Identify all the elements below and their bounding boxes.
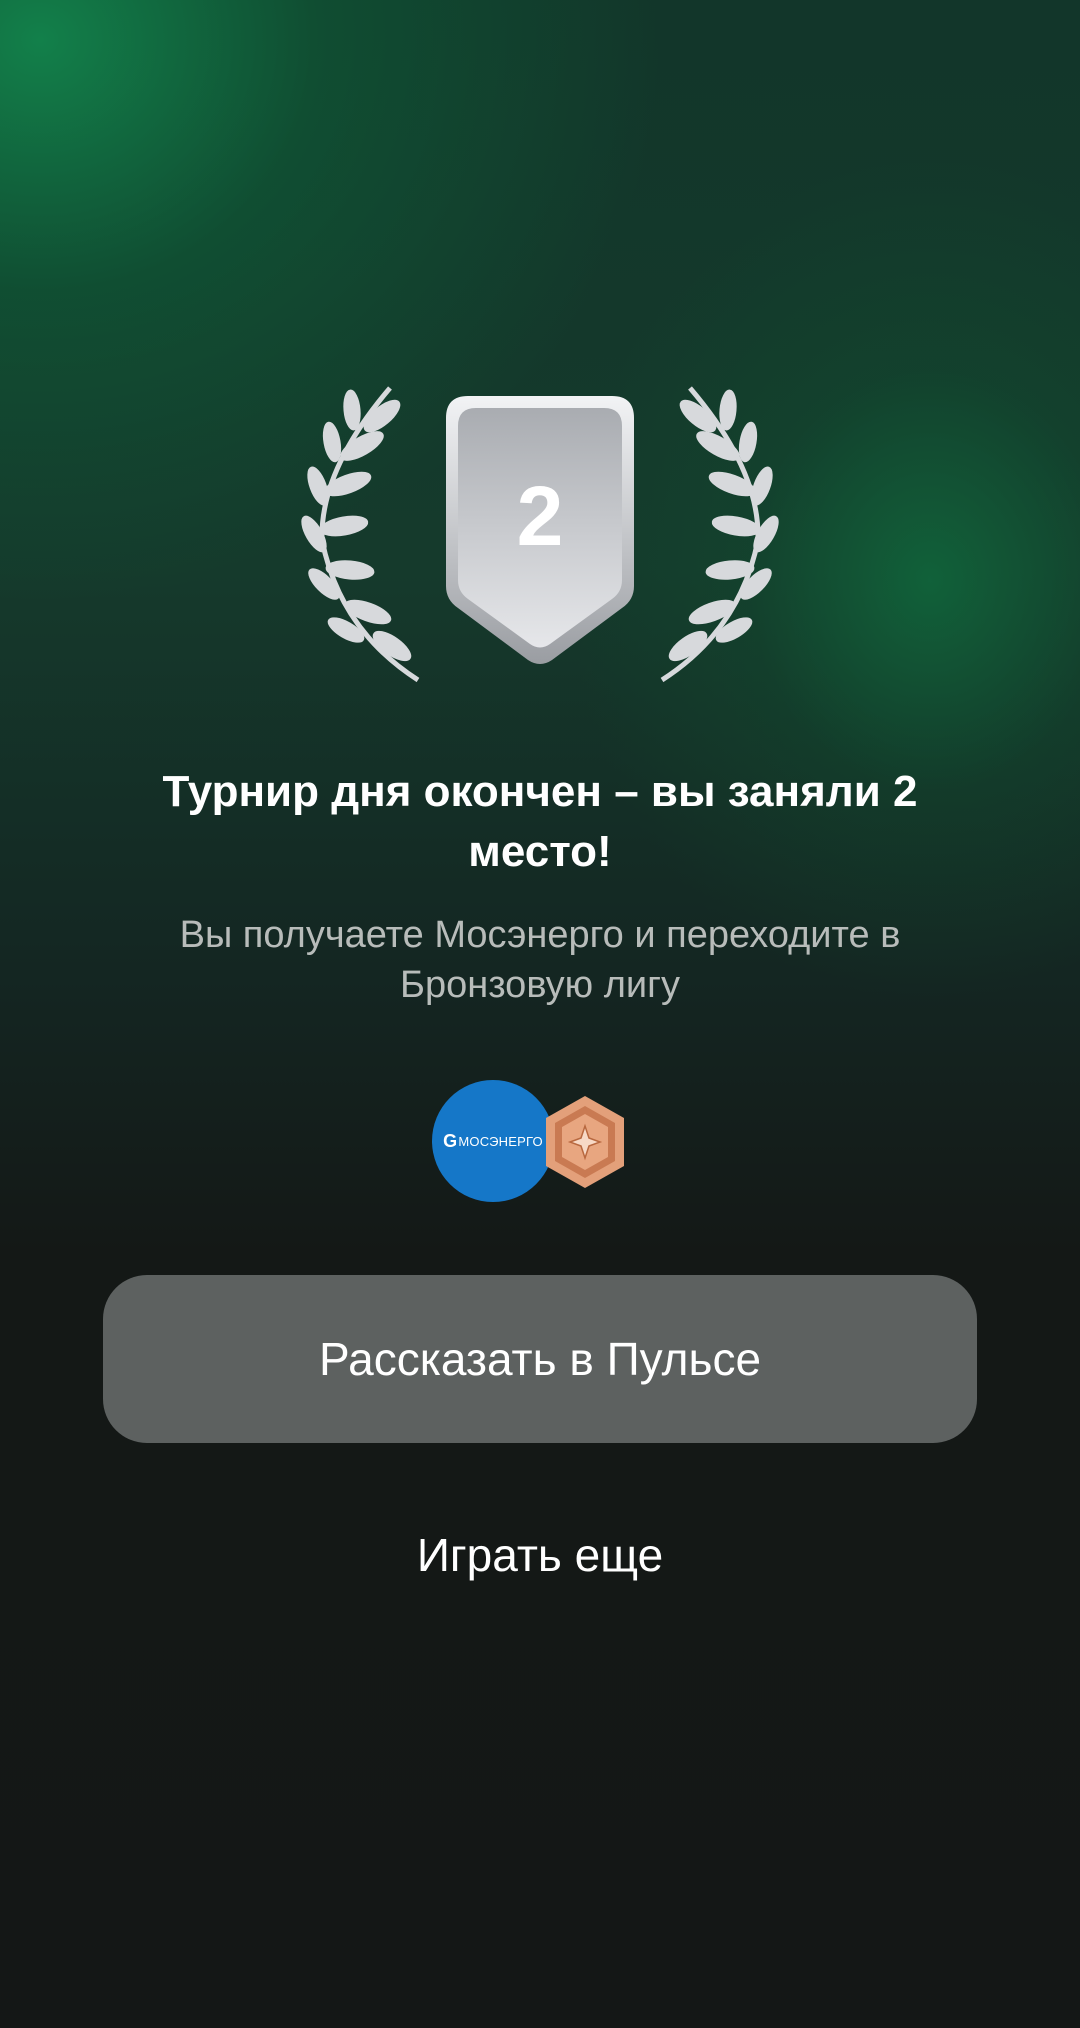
result-subtitle: Вы получаете Мосэнерго и переходите в Бр…	[179, 914, 901, 1006]
gazprom-flame-icon: G	[443, 1130, 458, 1151]
result-title: Турнир дня окончен – вы заняли 2 место!	[162, 767, 918, 876]
play-again-link[interactable]: Играть еще	[300, 1520, 780, 1590]
share-in-pulse-button[interactable]: Рассказать в Пульсе	[103, 1275, 977, 1443]
place-number: 2	[516, 469, 564, 563]
background-gradient	[0, 0, 1080, 2028]
place-award: 2	[300, 380, 780, 700]
coin-label: МОСЭНЕРГО	[458, 1133, 543, 1149]
mosenergo-coin: G МОСЭНЕРГО	[432, 1080, 554, 1202]
bronze-league-badge-icon	[546, 1096, 624, 1188]
rewards-group: G МОСЭНЕРГО	[432, 1080, 632, 1204]
